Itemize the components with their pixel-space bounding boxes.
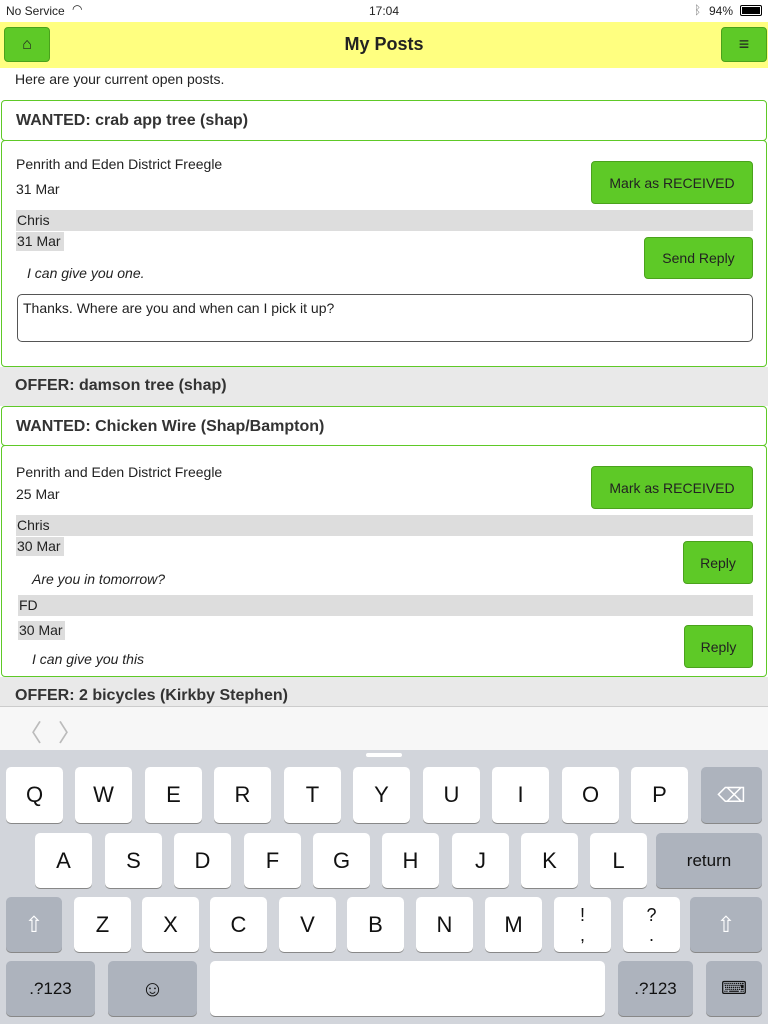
- menu-icon: ≡: [738, 34, 750, 54]
- key-l[interactable]: L: [590, 833, 647, 888]
- wifi-icon: ◠: [72, 2, 83, 16]
- mark-received-button[interactable]: Mark as RECEIVED: [591, 161, 753, 204]
- emoji-key[interactable]: ☺: [108, 961, 197, 1016]
- post-date: 25 Mar: [16, 486, 60, 502]
- intro-text: Here are your current open posts.: [0, 68, 768, 100]
- reply-message: I can give you this: [32, 651, 145, 667]
- key-o[interactable]: O: [562, 767, 619, 823]
- key-a[interactable]: A: [35, 833, 92, 888]
- key-f[interactable]: F: [244, 833, 301, 888]
- group-name: Penrith and Eden District Freegle: [16, 464, 223, 480]
- key-2[interactable]: C: [210, 897, 267, 952]
- shift-icon: ⇧: [716, 911, 736, 937]
- reply-message: Are you in tomorrow?: [32, 571, 166, 587]
- key-0[interactable]: Z: [74, 897, 131, 952]
- key-6[interactable]: M: [485, 897, 542, 952]
- post-header[interactable]: WANTED: Chicken Wire (Shap/Bampton): [1, 406, 767, 446]
- reply-author: Chris: [16, 210, 753, 231]
- key-i[interactable]: I: [492, 767, 549, 823]
- key-3[interactable]: V: [279, 897, 336, 952]
- key-g[interactable]: G: [313, 833, 370, 888]
- header: ⌂ My Posts ≡: [0, 22, 768, 68]
- key-j[interactable]: J: [452, 833, 509, 888]
- key-d[interactable]: D: [174, 833, 231, 888]
- carrier: No Service: [6, 4, 65, 18]
- shift-key-right[interactable]: ⇧: [690, 897, 762, 952]
- clock: 17:04: [369, 4, 400, 18]
- key-7[interactable]: ! ,: [554, 897, 611, 952]
- key-1[interactable]: X: [142, 897, 199, 952]
- reply-message: I can give you one.: [27, 265, 145, 281]
- key-e[interactable]: E: [145, 767, 202, 823]
- next-field-icon[interactable]: 〉: [58, 713, 82, 748]
- backspace-key[interactable]: ⌫: [701, 767, 762, 823]
- key-u[interactable]: U: [423, 767, 480, 823]
- key-s[interactable]: S: [105, 833, 162, 888]
- key-r[interactable]: R: [214, 767, 271, 823]
- numbers-key[interactable]: .?123: [6, 961, 95, 1016]
- key-p[interactable]: P: [631, 767, 688, 823]
- send-reply-button[interactable]: Send Reply: [644, 237, 753, 279]
- emoji-icon: ☺: [141, 975, 164, 1001]
- backspace-icon: ⌫: [717, 784, 746, 807]
- keyboard-handle[interactable]: [366, 753, 402, 757]
- post-title: WANTED: crab app tree (shap): [16, 112, 249, 129]
- key-h[interactable]: H: [382, 833, 439, 888]
- keyboard-accessory-bar: 〈 〉: [0, 706, 768, 750]
- post-header[interactable]: WANTED: crab app tree (shap): [1, 100, 767, 141]
- battery-icon: [740, 5, 762, 16]
- menu-button[interactable]: ≡: [721, 27, 767, 62]
- key-t[interactable]: T: [284, 767, 341, 823]
- key-5[interactable]: N: [416, 897, 473, 952]
- keyboard: Q W E R T Y U I O P ⌫ A S D F G H J K Lreturn ⇧ Z X C V B N M! ,? .…: [0, 750, 768, 1024]
- key-w[interactable]: W: [75, 767, 132, 823]
- reply-button[interactable]: Reply: [683, 541, 753, 584]
- key-k[interactable]: K: [521, 833, 578, 888]
- battery-percent: 94%: [709, 4, 734, 18]
- previous-field-icon[interactable]: 〈: [18, 713, 42, 748]
- reply-author: FD: [18, 595, 753, 616]
- shift-key[interactable]: ⇧: [6, 897, 62, 952]
- reply-button[interactable]: Reply: [684, 625, 753, 668]
- post-header[interactable]: OFFER: damson tree (shap): [0, 367, 768, 406]
- hide-keyboard-key[interactable]: ⌨: [706, 961, 762, 1016]
- shift-icon: ⇧: [24, 911, 44, 937]
- space-key[interactable]: [210, 961, 605, 1016]
- post-body: Penrith and Eden District Freegle 25 Mar…: [1, 445, 767, 677]
- key-4[interactable]: B: [347, 897, 404, 952]
- reply-date: 30 Mar: [18, 621, 65, 640]
- post-header[interactable]: OFFER: 2 bicycles (Kirkby Stephen): [0, 677, 768, 706]
- keyboard-icon: ⌨: [721, 978, 747, 998]
- reply-author: Chris: [16, 515, 753, 536]
- group-name: Penrith and Eden District Freegle: [16, 156, 223, 172]
- post-date: 31 Mar: [16, 181, 60, 197]
- key-y[interactable]: Y: [353, 767, 410, 823]
- mark-received-button[interactable]: Mark as RECEIVED: [591, 466, 753, 509]
- reply-date: 31 Mar: [16, 232, 64, 251]
- status-bar: No Service ◠ 17:04 ᛒ 94%: [0, 0, 768, 22]
- post-body: Penrith and Eden District Freegle 31 Mar…: [1, 140, 767, 367]
- key-8[interactable]: ? .: [623, 897, 680, 952]
- reply-date: 30 Mar: [16, 537, 64, 556]
- bluetooth-icon: ᛒ: [694, 3, 702, 17]
- key-q[interactable]: Q: [6, 767, 63, 823]
- numbers-key-right[interactable]: .?123: [618, 961, 693, 1016]
- reply-textarea[interactable]: Thanks. Where are you and when can I pic…: [17, 294, 753, 342]
- post-title: WANTED: Chicken Wire (Shap/Bampton): [16, 418, 325, 435]
- return-key[interactable]: return: [656, 833, 762, 888]
- page-title: My Posts: [344, 34, 424, 54]
